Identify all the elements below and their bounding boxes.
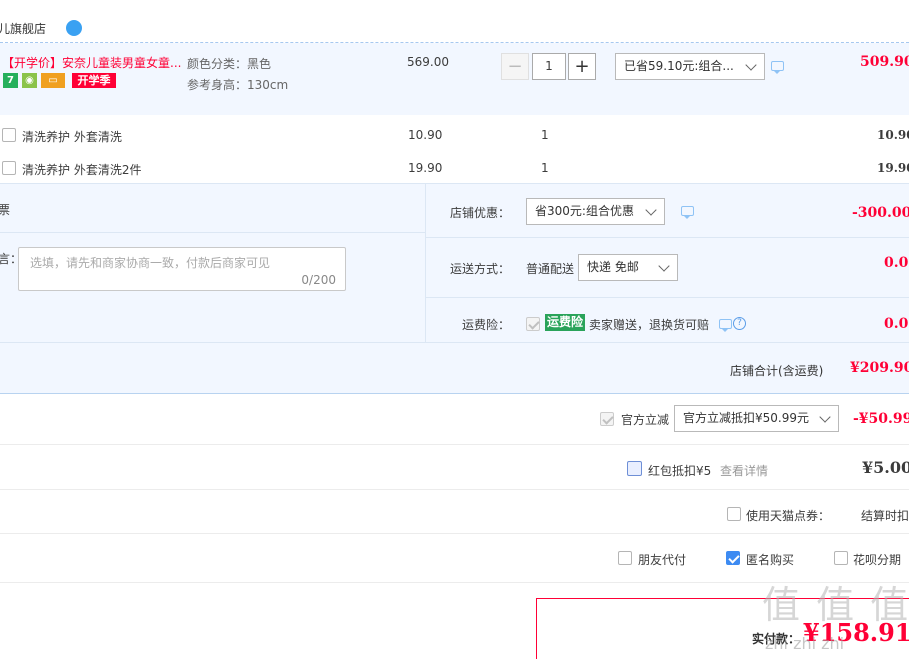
row-divider	[0, 444, 909, 445]
product-attr-color: 颜色分类：黑色	[187, 57, 272, 71]
official-discount-select[interactable]: 官方立减抵扣¥50.99元	[674, 405, 839, 432]
message-counter: 0/200	[301, 273, 336, 287]
message-icon[interactable]	[681, 206, 694, 219]
product-title[interactable]: 【开学价】安奈儿童装男童女童...	[2, 54, 182, 71]
shop-total-amount: ¥209.90	[850, 360, 909, 376]
chevron-down-icon	[658, 260, 670, 272]
chevron-down-icon	[645, 204, 657, 216]
redpacket-label: 红包抵扣¥5	[648, 464, 712, 478]
shipping-amount: 0.00	[884, 255, 909, 271]
product-price: 569.00	[407, 55, 449, 69]
tmall-points-label: 使用天猫点券：	[746, 509, 831, 523]
official-discount-amount: -¥50.99	[853, 411, 909, 427]
chevron-down-icon	[819, 411, 831, 423]
promo-tag: 开学季	[72, 73, 116, 88]
shipping-select[interactable]: 快递 免邮	[578, 254, 678, 281]
shipping-label: 运送方式：	[450, 262, 511, 276]
invoice-label: 票	[0, 203, 11, 217]
redpacket-checkbox[interactable]	[627, 461, 642, 476]
row-divider	[0, 489, 909, 490]
watermark-sub: zhi zhi zhi	[765, 634, 845, 653]
service-price: 19.90	[408, 161, 443, 175]
service-label: 清洗养护 外套清洗	[22, 130, 122, 144]
service-price: 10.90	[408, 128, 443, 142]
friend-pay-label: 朋友代付	[638, 553, 687, 567]
product-subtotal: 509.90	[860, 54, 909, 70]
service-qty: 1	[541, 128, 549, 142]
message-textarea[interactable]: 选填，请先和商家协商一致，付款后商家可见 0/200	[18, 247, 346, 291]
message-placeholder: 选填，请先和商家协商一致，付款后商家可见	[30, 256, 271, 270]
shop-discount-label: 店铺优惠：	[450, 206, 511, 220]
message-icon[interactable]	[719, 319, 732, 332]
shop-discount-select[interactable]: 省300元:组合优惠	[526, 198, 665, 225]
shop-name[interactable]: 亲儿旗舰店	[0, 20, 46, 37]
service-qty: 1	[541, 161, 549, 175]
insurance-desc: 卖家赠送，退换货可赔	[589, 318, 710, 332]
right-row-divider	[426, 297, 909, 298]
service-total: 10.90	[877, 128, 909, 142]
left-row-divider	[0, 232, 425, 233]
huabei-checkbox[interactable]	[834, 551, 848, 565]
friend-pay-checkbox[interactable]	[618, 551, 632, 565]
insurance-label: 运费险：	[462, 318, 511, 332]
insurance-checkbox	[526, 317, 540, 331]
tmall-points-checkbox[interactable]	[727, 507, 741, 521]
chevron-down-icon	[745, 59, 757, 71]
service-checkbox[interactable]	[2, 128, 16, 142]
redpacket-amount: ¥5.00	[862, 458, 909, 477]
shipping-value: 快递 免邮	[587, 260, 639, 274]
official-discount-label: 官方立减	[621, 413, 670, 427]
insurance-badge: 运费险	[545, 314, 586, 331]
guarantee-icon: ◉	[22, 73, 37, 88]
anonymous-checkbox[interactable]	[726, 551, 740, 565]
service-checkbox[interactable]	[2, 161, 16, 175]
shop-discount-value: 省300元:组合优惠	[535, 204, 634, 218]
quantity-input[interactable]: 1	[532, 53, 566, 80]
wangwang-icon[interactable]	[66, 20, 82, 36]
quantity-increase-button[interactable]: +	[568, 53, 596, 80]
service-label: 清洗养护 外套清洗2件	[22, 163, 142, 177]
shipping-type: 普通配送	[526, 262, 575, 276]
card-icon: ▭	[41, 73, 65, 88]
product-discount-value: 已省59.10元:组合...	[624, 59, 734, 73]
shop-discount-amount: -300.00	[852, 205, 909, 221]
redpacket-detail-link[interactable]: 查看详情	[720, 462, 768, 479]
seven-day-return-icon: 7	[3, 73, 18, 88]
shop-total-label: 店铺合计(含运费)	[730, 364, 824, 378]
product-attr-height: 参考身高：130cm	[187, 78, 289, 92]
official-discount-checkbox	[600, 412, 614, 426]
message-icon[interactable]	[771, 61, 784, 74]
tmall-points-value: 结算时扣	[861, 509, 909, 523]
row-divider	[0, 533, 909, 534]
left-right-divider	[425, 184, 426, 342]
huabei-label: 花呗分期	[853, 553, 902, 567]
total-row-divider	[0, 342, 909, 343]
help-icon[interactable]: ?	[733, 317, 746, 330]
service-total: 19.90	[877, 161, 909, 175]
quantity-decrease-button[interactable]: −	[501, 53, 529, 80]
right-row-divider	[426, 237, 909, 238]
insurance-amount: 0.00	[884, 316, 909, 332]
watermark: 值 值 值	[762, 583, 909, 627]
official-discount-value: 官方立减抵扣¥50.99元	[683, 411, 809, 425]
anonymous-label: 匿名购买	[746, 553, 795, 567]
product-discount-select[interactable]: 已省59.10元:组合...	[615, 53, 765, 80]
